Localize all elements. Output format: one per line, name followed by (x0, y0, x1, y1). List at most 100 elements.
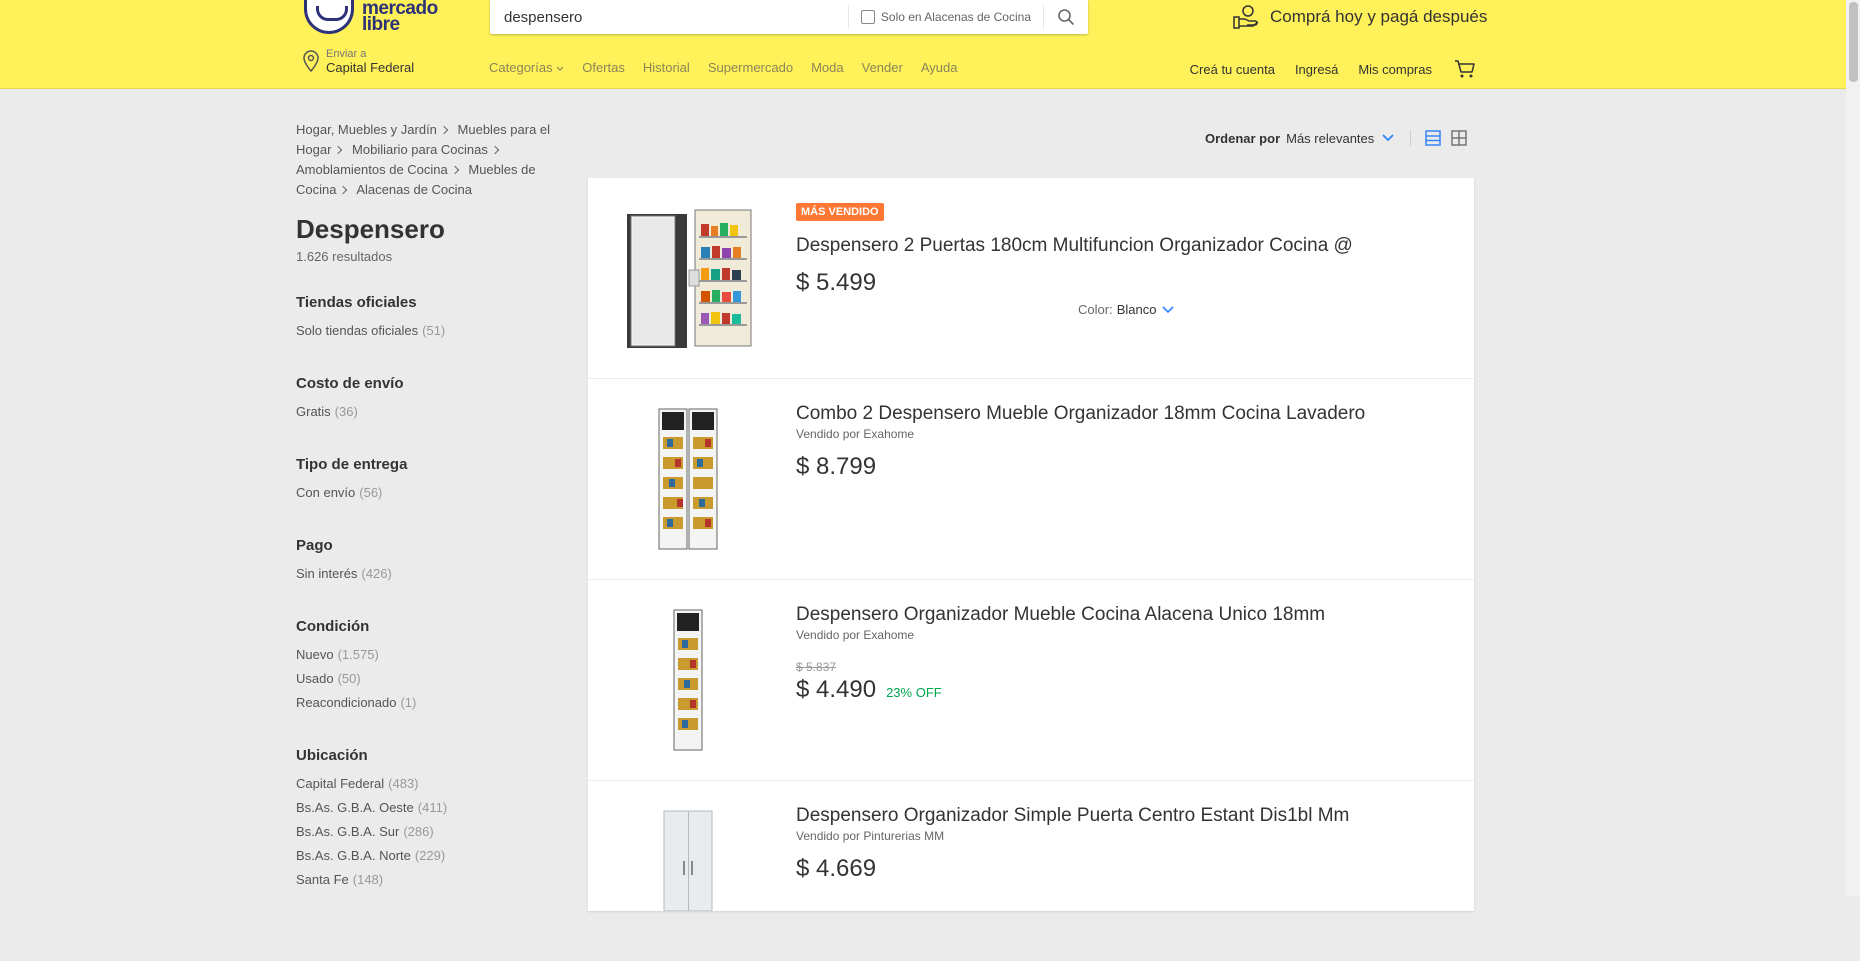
filter-option[interactable]: Bs.As. G.B.A. Norte (229) (296, 846, 576, 870)
user-nav: Creá tu cuenta Ingresá Mis compras (1190, 59, 1476, 79)
location-label: Enviar a (326, 48, 367, 60)
result-item[interactable]: Despensero Organizador Mueble Cocina Ala… (588, 580, 1474, 781)
variation-label: Color: (1078, 302, 1113, 317)
item-price: $ 5.499 (796, 269, 877, 296)
result-item[interactable]: MÁS VENDIDO Despensero 2 Puertas 180cm M… (588, 178, 1474, 379)
filter-option[interactable]: Santa Fe (148) (296, 870, 576, 894)
filter-option[interactable]: Sin interés (426) (296, 564, 576, 588)
chevron-right-icon (490, 145, 500, 155)
filter-title: Tiendas oficiales (296, 294, 417, 311)
header: mercado libre Solo en Alacenas de Cocina… (0, 0, 1846, 89)
chevron-right-icon (450, 165, 459, 175)
search-category-filter[interactable]: Solo en Alacenas de Cocina (847, 5, 1044, 29)
filter-option[interactable]: Bs.As. G.B.A. Oeste (411) (296, 798, 576, 822)
grid-view-icon (1451, 130, 1467, 146)
item-title[interactable]: Despensero Organizador Simple Puerta Cen… (796, 805, 1436, 827)
item-seller[interactable]: Vendido por Exahome (796, 628, 1436, 642)
filter-title: Pago (296, 537, 333, 554)
chevron-right-icon (334, 145, 343, 155)
search-input[interactable] (490, 0, 848, 34)
breadcrumb-item[interactable]: Mobiliario para Cocinas (352, 142, 488, 157)
cart-icon[interactable] (1454, 59, 1476, 79)
chevron-down-icon (556, 66, 564, 71)
single-pantry-image (673, 609, 703, 751)
main-nav: Categorías Ofertas Historial Supermercad… (489, 60, 975, 75)
result-item[interactable]: Combo 2 Despensero Mueble Organizador 18… (588, 379, 1474, 580)
search-bar: Solo en Alacenas de Cocina (490, 0, 1088, 34)
filter-tiendas-oficiales: Tiendas oficiales Solo tiendas oficiales… (296, 294, 576, 345)
filter-tipo-entrega: Tipo de entrega Con envío (56) (296, 456, 576, 507)
breadcrumb: Hogar, Muebles y Jardín Muebles para el … (296, 120, 576, 200)
item-price: $ 4.669 (796, 855, 877, 882)
list-view-icon (1425, 130, 1442, 146)
my-purchases-link[interactable]: Mis compras (1358, 62, 1432, 77)
search-filter-label: Solo en Alacenas de Cocina (880, 10, 1031, 24)
nav-vender[interactable]: Vender (862, 60, 903, 75)
nav-moda[interactable]: Moda (811, 60, 844, 75)
list-view-button[interactable] (1425, 130, 1442, 146)
item-price: $ 8.799 (796, 453, 877, 480)
filter-option[interactable]: Usado (50) (296, 669, 576, 693)
divider (1410, 130, 1412, 146)
promo-text: Comprá hoy y pagá después (1270, 7, 1488, 26)
promo-link[interactable]: Comprá hoy y pagá después (1232, 4, 1487, 30)
filter-option[interactable]: Gratis (36) (296, 402, 576, 426)
nav-ofertas[interactable]: Ofertas (582, 60, 625, 75)
filter-title: Condición (296, 618, 370, 635)
login-link[interactable]: Ingresá (1295, 62, 1338, 77)
breadcrumb-item[interactable]: Alacenas de Cocina (356, 182, 472, 197)
color-variation-selector[interactable]: Color: Blanco (1078, 302, 1175, 317)
product-image[interactable] (608, 600, 768, 760)
nav-supermercado[interactable]: Supermercado (708, 60, 793, 75)
filter-option[interactable]: Con envío (56) (296, 483, 576, 507)
hand-coin-icon (1233, 5, 1259, 29)
search-icon (1058, 9, 1074, 25)
filter-option[interactable]: Reacondicionado (1) (296, 693, 576, 717)
item-title[interactable]: Combo 2 Despensero Mueble Organizador 18… (796, 403, 1436, 425)
item-title[interactable]: Despensero Organizador Mueble Cocina Ala… (796, 604, 1436, 626)
category-checkbox[interactable] (860, 10, 875, 24)
filter-condicion: Condición Nuevo (1.575) Usado (50) Reacond… (296, 618, 576, 717)
logo-text-line2: libre (362, 14, 400, 35)
scrollbar-thumb[interactable] (1849, 2, 1858, 82)
nav-ayuda[interactable]: Ayuda (921, 60, 958, 75)
product-image[interactable] (608, 198, 768, 358)
breadcrumb-item[interactable]: Amoblamientos de Cocina (296, 162, 448, 177)
grid-view-button[interactable] (1451, 130, 1467, 146)
create-account-link[interactable]: Creá tu cuenta (1190, 62, 1275, 77)
page-title: Despensero (296, 214, 445, 244)
item-seller[interactable]: Vendido por Exahome (796, 427, 1436, 441)
sidebar: Hogar, Muebles y Jardín Muebles para el … (296, 120, 576, 894)
product-image[interactable] (608, 399, 768, 559)
filter-title: Tipo de entrega (296, 456, 408, 473)
logo-handshake-icon (304, 0, 354, 34)
filter-option[interactable]: Nuevo (1.575) (296, 645, 576, 669)
product-image[interactable] (608, 801, 768, 961)
sort-dropdown[interactable]: Más relevantes (1286, 131, 1374, 146)
scrollbar[interactable] (1846, 0, 1860, 896)
filter-option[interactable]: Capital Federal (483) (296, 774, 576, 798)
item-seller[interactable]: Vendido por Pinturerias MM (796, 829, 1436, 843)
chevron-right-icon (439, 125, 449, 135)
item-title[interactable]: Despensero 2 Puertas 180cm Multifuncion … (796, 235, 1436, 257)
location-selector[interactable]: Enviar a Capital Federal (302, 47, 414, 75)
filter-option[interactable]: Solo tiendas oficiales (51) (296, 321, 576, 345)
logo[interactable]: mercado libre (304, 0, 438, 34)
filter-title: Ubicación (296, 747, 368, 764)
search-button[interactable] (1044, 0, 1088, 34)
pantry-open-doors-image (627, 209, 752, 348)
filter-pago: Pago Sin interés (426) (296, 537, 576, 588)
result-item[interactable]: Despensero Organizador Simple Puerta Cen… (588, 781, 1474, 911)
chevron-down-icon[interactable] (1382, 134, 1394, 142)
location-value: Capital Federal (326, 60, 415, 75)
white-pantry-image (663, 810, 713, 911)
filter-option[interactable]: Bs.As. G.B.A. Sur (286) (296, 822, 576, 846)
filter-costo-envio: Costo de envío Gratis (36) (296, 375, 576, 426)
filter-title: Costo de envío (296, 375, 404, 392)
double-pantry-image (658, 408, 718, 550)
item-discount: 23% OFF (886, 685, 942, 700)
nav-categorias[interactable]: Categorías (489, 60, 564, 75)
variation-value: Blanco (1116, 302, 1157, 317)
nav-historial[interactable]: Historial (643, 60, 690, 75)
breadcrumb-item[interactable]: Hogar, Muebles y Jardín (296, 122, 437, 137)
